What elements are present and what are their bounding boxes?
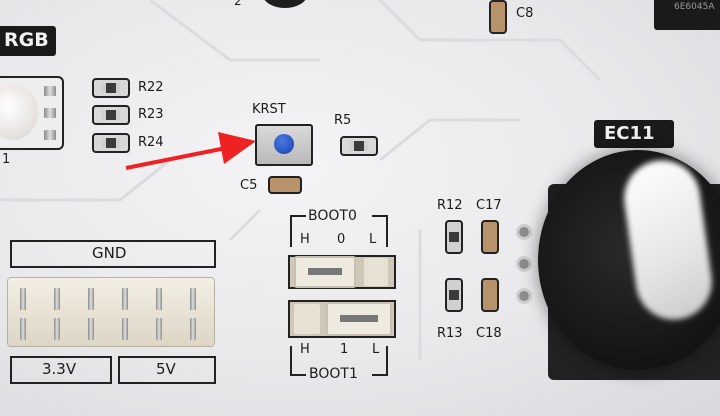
resistor-r13 (445, 278, 463, 312)
boot1-1-label: 1 (340, 342, 349, 357)
boot1-open-pin (294, 304, 320, 334)
boot0-h-label: H (300, 232, 310, 247)
pcb-board: 2 C8 6E6045A RGB 1 R22 R23 R24 KRST R5 C… (0, 0, 720, 416)
header-pin (190, 288, 196, 310)
ec11-label: EC11 (604, 123, 655, 144)
resistor-r12 (445, 220, 463, 254)
boot0-l-label: L (369, 232, 377, 247)
boot1-outline-left (290, 346, 306, 376)
r12-label: R12 (437, 198, 463, 213)
arrow-shaft (125, 146, 227, 170)
encoder-pin-hole (516, 224, 532, 240)
header-pin (20, 288, 26, 310)
header-pin (20, 318, 26, 340)
c17-label: C17 (476, 198, 502, 213)
boot1-label: BOOT1 (309, 366, 358, 382)
header-pin (156, 318, 162, 340)
jumper-metal (340, 315, 378, 322)
boot0-0-label: 0 (337, 232, 346, 247)
c18-label: C18 (476, 326, 502, 341)
capacitor-c18 (481, 278, 499, 312)
arrow-head (218, 132, 256, 164)
header-pin (156, 288, 162, 310)
knob-indicator (619, 155, 717, 325)
boot1-jumper[interactable] (326, 302, 392, 336)
r13-label: R13 (437, 326, 463, 341)
boot0-jumper[interactable] (294, 256, 356, 288)
boot0-label: BOOT0 (308, 208, 357, 224)
v5-label: 5V (156, 360, 176, 378)
ec11-label-box: EC11 (594, 120, 674, 148)
header-pin (190, 318, 196, 340)
header-pin (122, 318, 128, 340)
header-pin (54, 318, 60, 340)
capacitor-c17 (481, 220, 499, 254)
boot1-outline-right (372, 346, 388, 376)
header-pin (88, 318, 94, 340)
header-pin (54, 288, 60, 310)
pin-header (8, 278, 214, 346)
v33-label: 3.3V (42, 360, 77, 378)
encoder-pin-hole (516, 256, 532, 272)
jumper-metal (308, 268, 342, 275)
header-pin (88, 288, 94, 310)
boot0-open-pin (364, 258, 388, 286)
encoder-pin-hole (516, 288, 532, 304)
gnd-label: GND (92, 244, 127, 262)
header-pin (122, 288, 128, 310)
